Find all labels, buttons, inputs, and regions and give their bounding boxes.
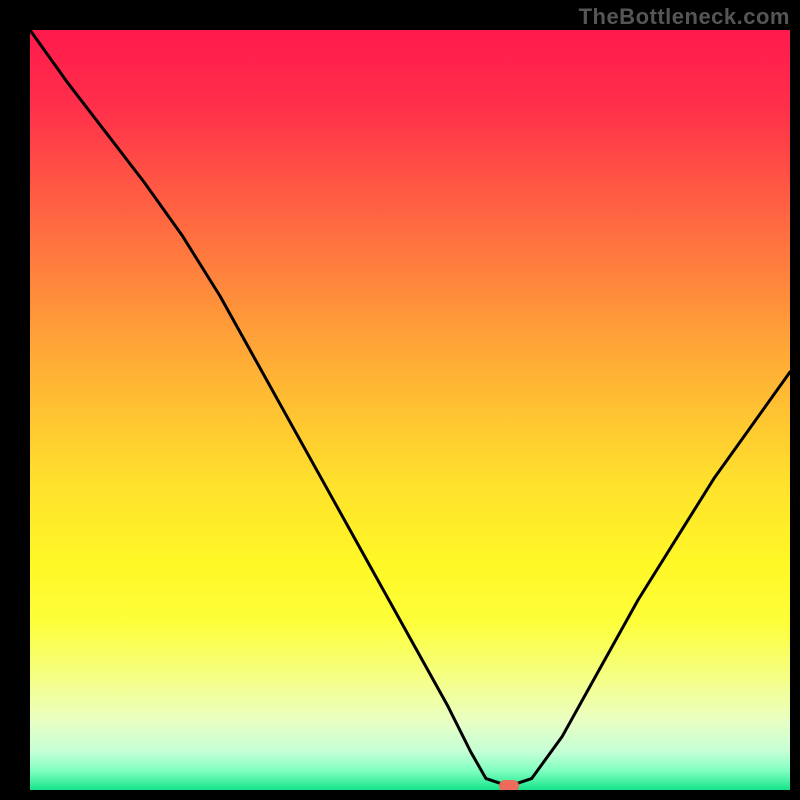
watermark-text: TheBottleneck.com: [579, 4, 790, 30]
bottleneck-curve: [30, 30, 790, 790]
plot-area: [30, 30, 790, 790]
chart-stage: TheBottleneck.com: [0, 0, 800, 800]
optimal-marker: [499, 780, 519, 790]
